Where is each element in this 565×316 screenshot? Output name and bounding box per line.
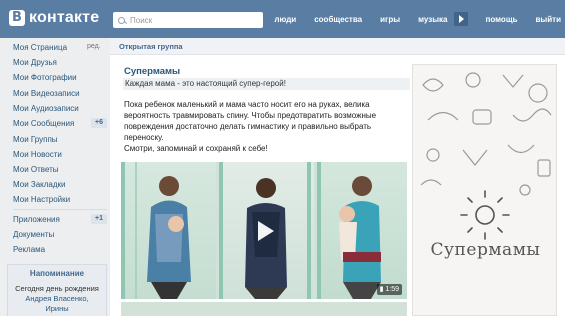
search-input[interactable]: Поиск bbox=[113, 12, 263, 28]
reminder-text: Сегодня день рождения Андрея Власенко, И… bbox=[8, 284, 106, 314]
reminder-prefix: Сегодня день рождения bbox=[15, 284, 99, 293]
group-cover[interactable]: Супермамы bbox=[412, 64, 557, 316]
sidebar-item-news[interactable]: Мои Новости bbox=[13, 150, 62, 159]
sidebar-item-settings[interactable]: Мои Настройки bbox=[13, 195, 70, 204]
video-duration: ▮ 1:59 bbox=[376, 284, 402, 295]
video-player[interactable]: ▮ 1:59 bbox=[121, 162, 407, 299]
video-frame-1 bbox=[121, 162, 216, 299]
group-status: Каждая мама - это настоящий супер-герой! bbox=[123, 78, 410, 90]
main-content: Открытая группа Супермамы Каждая мама - … bbox=[110, 38, 565, 316]
sidebar-item-friends[interactable]: Мои Друзья bbox=[13, 58, 57, 67]
logo-letter: В bbox=[9, 10, 25, 26]
play-video-icon[interactable] bbox=[250, 217, 278, 245]
top-nav: люди сообщества игры музыка помощь выйти bbox=[256, 0, 561, 38]
sidebar-item-documents[interactable]: Документы bbox=[13, 230, 54, 239]
sidebar-item-photos[interactable]: Мои Фотографии bbox=[13, 73, 77, 82]
messages-count-badge[interactable]: +6 bbox=[91, 118, 107, 128]
nav-communities[interactable]: сообщества bbox=[314, 15, 362, 24]
sidebar-item-answers[interactable]: Мои Ответы bbox=[13, 165, 59, 174]
mother-with-baby-figure bbox=[121, 162, 191, 299]
nav-logout[interactable]: выйти bbox=[535, 15, 561, 24]
nav-music[interactable]: музыка bbox=[418, 15, 447, 24]
edit-link[interactable]: ред. bbox=[87, 43, 101, 50]
post-paragraph: Пока ребенок маленький и мама часто носи… bbox=[124, 100, 377, 142]
sidebar-item-bookmarks[interactable]: Мои Закладки bbox=[13, 180, 66, 189]
sidebar-divider bbox=[13, 209, 107, 210]
sidebar-item-videos[interactable]: Мои Видеозаписи bbox=[13, 89, 80, 98]
mother-with-baby-back-figure bbox=[317, 162, 381, 299]
cover-doodles bbox=[420, 72, 552, 240]
nav-people[interactable]: люди bbox=[274, 15, 296, 24]
post-call-to-action: Смотри, запоминай и сохраняй к себе! bbox=[124, 144, 268, 153]
sidebar-item-messages[interactable]: Мои Сообщения bbox=[13, 119, 74, 128]
play-music-icon[interactable] bbox=[453, 12, 468, 26]
group-header-bar: Открытая группа bbox=[110, 38, 565, 55]
sidebar-item-groups[interactable]: Мои Группы bbox=[13, 135, 58, 144]
reminder-names-link[interactable]: Андрея Власенко, Ирины bbox=[25, 294, 88, 313]
video-frame-3 bbox=[317, 162, 407, 299]
sidebar-item-apps[interactable]: Приложения bbox=[13, 215, 60, 224]
nav-games[interactable]: игры bbox=[380, 15, 400, 24]
apps-count-badge[interactable]: +1 bbox=[91, 214, 107, 224]
group-title[interactable]: Супермамы bbox=[124, 66, 180, 77]
left-sidebar: Моя Страница ред. Мои Друзья Мои Фотогра… bbox=[0, 38, 110, 316]
duration-text: 1:59 bbox=[385, 286, 399, 293]
nav-help[interactable]: помощь bbox=[486, 15, 518, 24]
more-photos-strip[interactable] bbox=[121, 302, 407, 316]
post-text: Пока ребенок маленький и мама часто носи… bbox=[124, 99, 404, 154]
birthday-reminder: Напоминание Сегодня день рождения Андрея… bbox=[7, 264, 107, 316]
search-placeholder: Поиск bbox=[130, 15, 153, 25]
group-type-label: Открытая группа bbox=[119, 42, 183, 51]
search-icon bbox=[118, 16, 125, 24]
sidebar-item-ads[interactable]: Реклама bbox=[13, 245, 45, 254]
cover-title: Супермамы bbox=[430, 240, 541, 260]
vk-logo[interactable]: В контакте bbox=[9, 9, 99, 27]
sidebar-item-audio[interactable]: Мои Аудиозаписи bbox=[13, 104, 79, 113]
top-header: В контакте Поиск люди сообщества игры му… bbox=[0, 0, 565, 38]
logo-text: контакте bbox=[29, 9, 100, 26]
reminder-title: Напоминание bbox=[29, 269, 85, 278]
sidebar-item-my-page[interactable]: Моя Страница bbox=[13, 43, 67, 52]
